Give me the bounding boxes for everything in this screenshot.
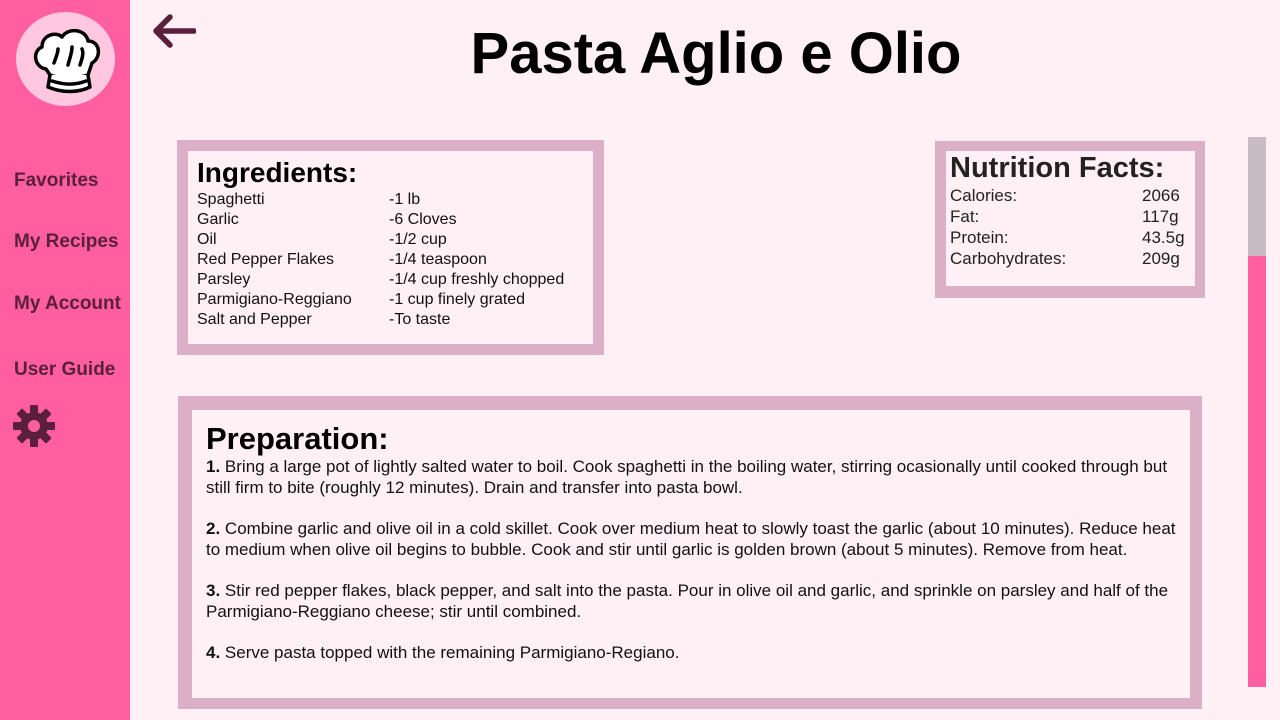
ingredient-amount: -1/2 cup xyxy=(389,231,447,248)
ingredient-row: Oil -1/2 cup xyxy=(197,230,564,250)
ingredient-row: Spaghetti -1 lb xyxy=(197,190,564,210)
sidebar-item-my-account[interactable]: My Account xyxy=(14,293,121,315)
preparation-panel: Preparation: 1. Bring a large pot of lig… xyxy=(178,396,1202,709)
ingredient-name: Spaghetti xyxy=(197,191,265,208)
nutrition-name: Fat: xyxy=(950,207,980,226)
app-logo[interactable] xyxy=(16,12,115,106)
nutrition-heading: Nutrition Facts: xyxy=(950,152,1165,184)
ingredient-name: Parsley xyxy=(197,271,251,288)
ingredients-panel: Ingredients: Spaghetti -1 lb Garlic -6 Clo… xyxy=(177,140,604,355)
ingredient-amount: -1 cup finely grated xyxy=(389,291,526,308)
nutrition-row: Fat: 117g xyxy=(950,206,1185,227)
ingredient-amount: -1/4 teaspoon xyxy=(389,251,487,268)
nutrition-name: Protein: xyxy=(950,228,1009,247)
ingredient-row: Parmigiano-Reggiano -1 cup finely grated xyxy=(197,290,564,310)
ingredient-row: Red Pepper Flakes -1/4 teaspoon xyxy=(197,250,564,270)
nutrition-name: Carbohydrates: xyxy=(950,249,1067,268)
nutrition-value: 209g xyxy=(1142,249,1180,268)
preparation-step: 3. Stir red pepper flakes, black pepper,… xyxy=(206,580,1176,622)
preparation-content: Preparation: 1. Bring a large pot of lig… xyxy=(192,410,1190,698)
step-text: Combine garlic and olive oil in a cold s… xyxy=(206,519,1176,559)
nutrition-row: Calories: 2066 xyxy=(950,185,1185,206)
step-text: Serve pasta topped with the remaining Pa… xyxy=(220,643,680,662)
ingredients-content: Ingredients: Spaghetti -1 lb Garlic -6 Clo… xyxy=(188,151,593,344)
nutrition-row: Carbohydrates: 209g xyxy=(950,248,1185,269)
step-number: 4. xyxy=(206,643,221,662)
ingredient-name: Garlic xyxy=(197,211,239,228)
preparation-step: 1. Bring a large pot of lightly salted w… xyxy=(206,456,1176,498)
ingredient-name: Parmigiano-Reggiano xyxy=(197,291,352,308)
ingredient-row: Salt and Pepper -To taste xyxy=(197,310,564,330)
gear-icon xyxy=(13,405,55,447)
step-text: Bring a large pot of lightly salted wate… xyxy=(206,457,1168,497)
ingredients-table: Spaghetti -1 lb Garlic -6 Cloves Oil -1/2 c… xyxy=(197,190,564,330)
nutrition-panel: Nutrition Facts: Calories: 2066 Fat: 117g … xyxy=(935,141,1205,298)
ingredient-name: Salt and Pepper xyxy=(197,311,312,328)
nutrition-name: Calories: xyxy=(950,186,1018,205)
scrollbar-thumb[interactable] xyxy=(1248,137,1266,256)
step-number: 3. xyxy=(206,581,221,600)
ingredient-amount: -6 Cloves xyxy=(389,211,457,228)
page-title: Pasta Aglio e Olio xyxy=(470,21,962,86)
ingredient-amount: -1/4 cup freshly chopped xyxy=(389,271,565,288)
ingredients-heading: Ingredients: xyxy=(197,157,358,188)
nutrition-value: 43.5g xyxy=(1142,228,1185,247)
step-text: Stir red pepper flakes, black pepper, an… xyxy=(206,581,1169,621)
sidebar: Favorites My Recipes My Account User Gui… xyxy=(0,0,130,720)
ingredient-name: Oil xyxy=(197,231,217,248)
ingredient-amount: -To taste xyxy=(389,311,451,328)
chef-hat-icon xyxy=(33,28,100,94)
sidebar-item-my-recipes[interactable]: My Recipes xyxy=(14,231,119,253)
preparation-step: 4. Serve pasta topped with the remaining… xyxy=(206,642,1176,663)
nutrition-value: 117g xyxy=(1142,207,1179,226)
settings-button[interactable] xyxy=(12,404,56,448)
nutrition-table: Calories: 2066 Fat: 117g Protein: 43.5g Car… xyxy=(950,185,1185,269)
nutrition-row: Protein: 43.5g xyxy=(950,227,1185,248)
sidebar-item-user-guide[interactable]: User Guide xyxy=(14,359,115,381)
ingredient-row: Parsley -1/4 cup freshly chopped xyxy=(197,270,564,290)
sidebar-item-favorites[interactable]: Favorites xyxy=(14,170,98,192)
step-number: 1. xyxy=(206,457,221,476)
preparation-heading: Preparation: xyxy=(206,421,389,456)
preparation-step: 2. Combine garlic and olive oil in a col… xyxy=(206,518,1176,560)
scrollbar[interactable] xyxy=(1248,137,1266,687)
ingredient-row: Garlic -6 Cloves xyxy=(197,210,564,230)
ingredient-name: Red Pepper Flakes xyxy=(197,251,334,268)
nutrition-content: Nutrition Facts: Calories: 2066 Fat: 117g … xyxy=(946,151,1195,286)
ingredient-amount: -1 lb xyxy=(389,191,421,208)
step-number: 2. xyxy=(206,519,221,538)
nutrition-value: 2066 xyxy=(1142,186,1180,205)
